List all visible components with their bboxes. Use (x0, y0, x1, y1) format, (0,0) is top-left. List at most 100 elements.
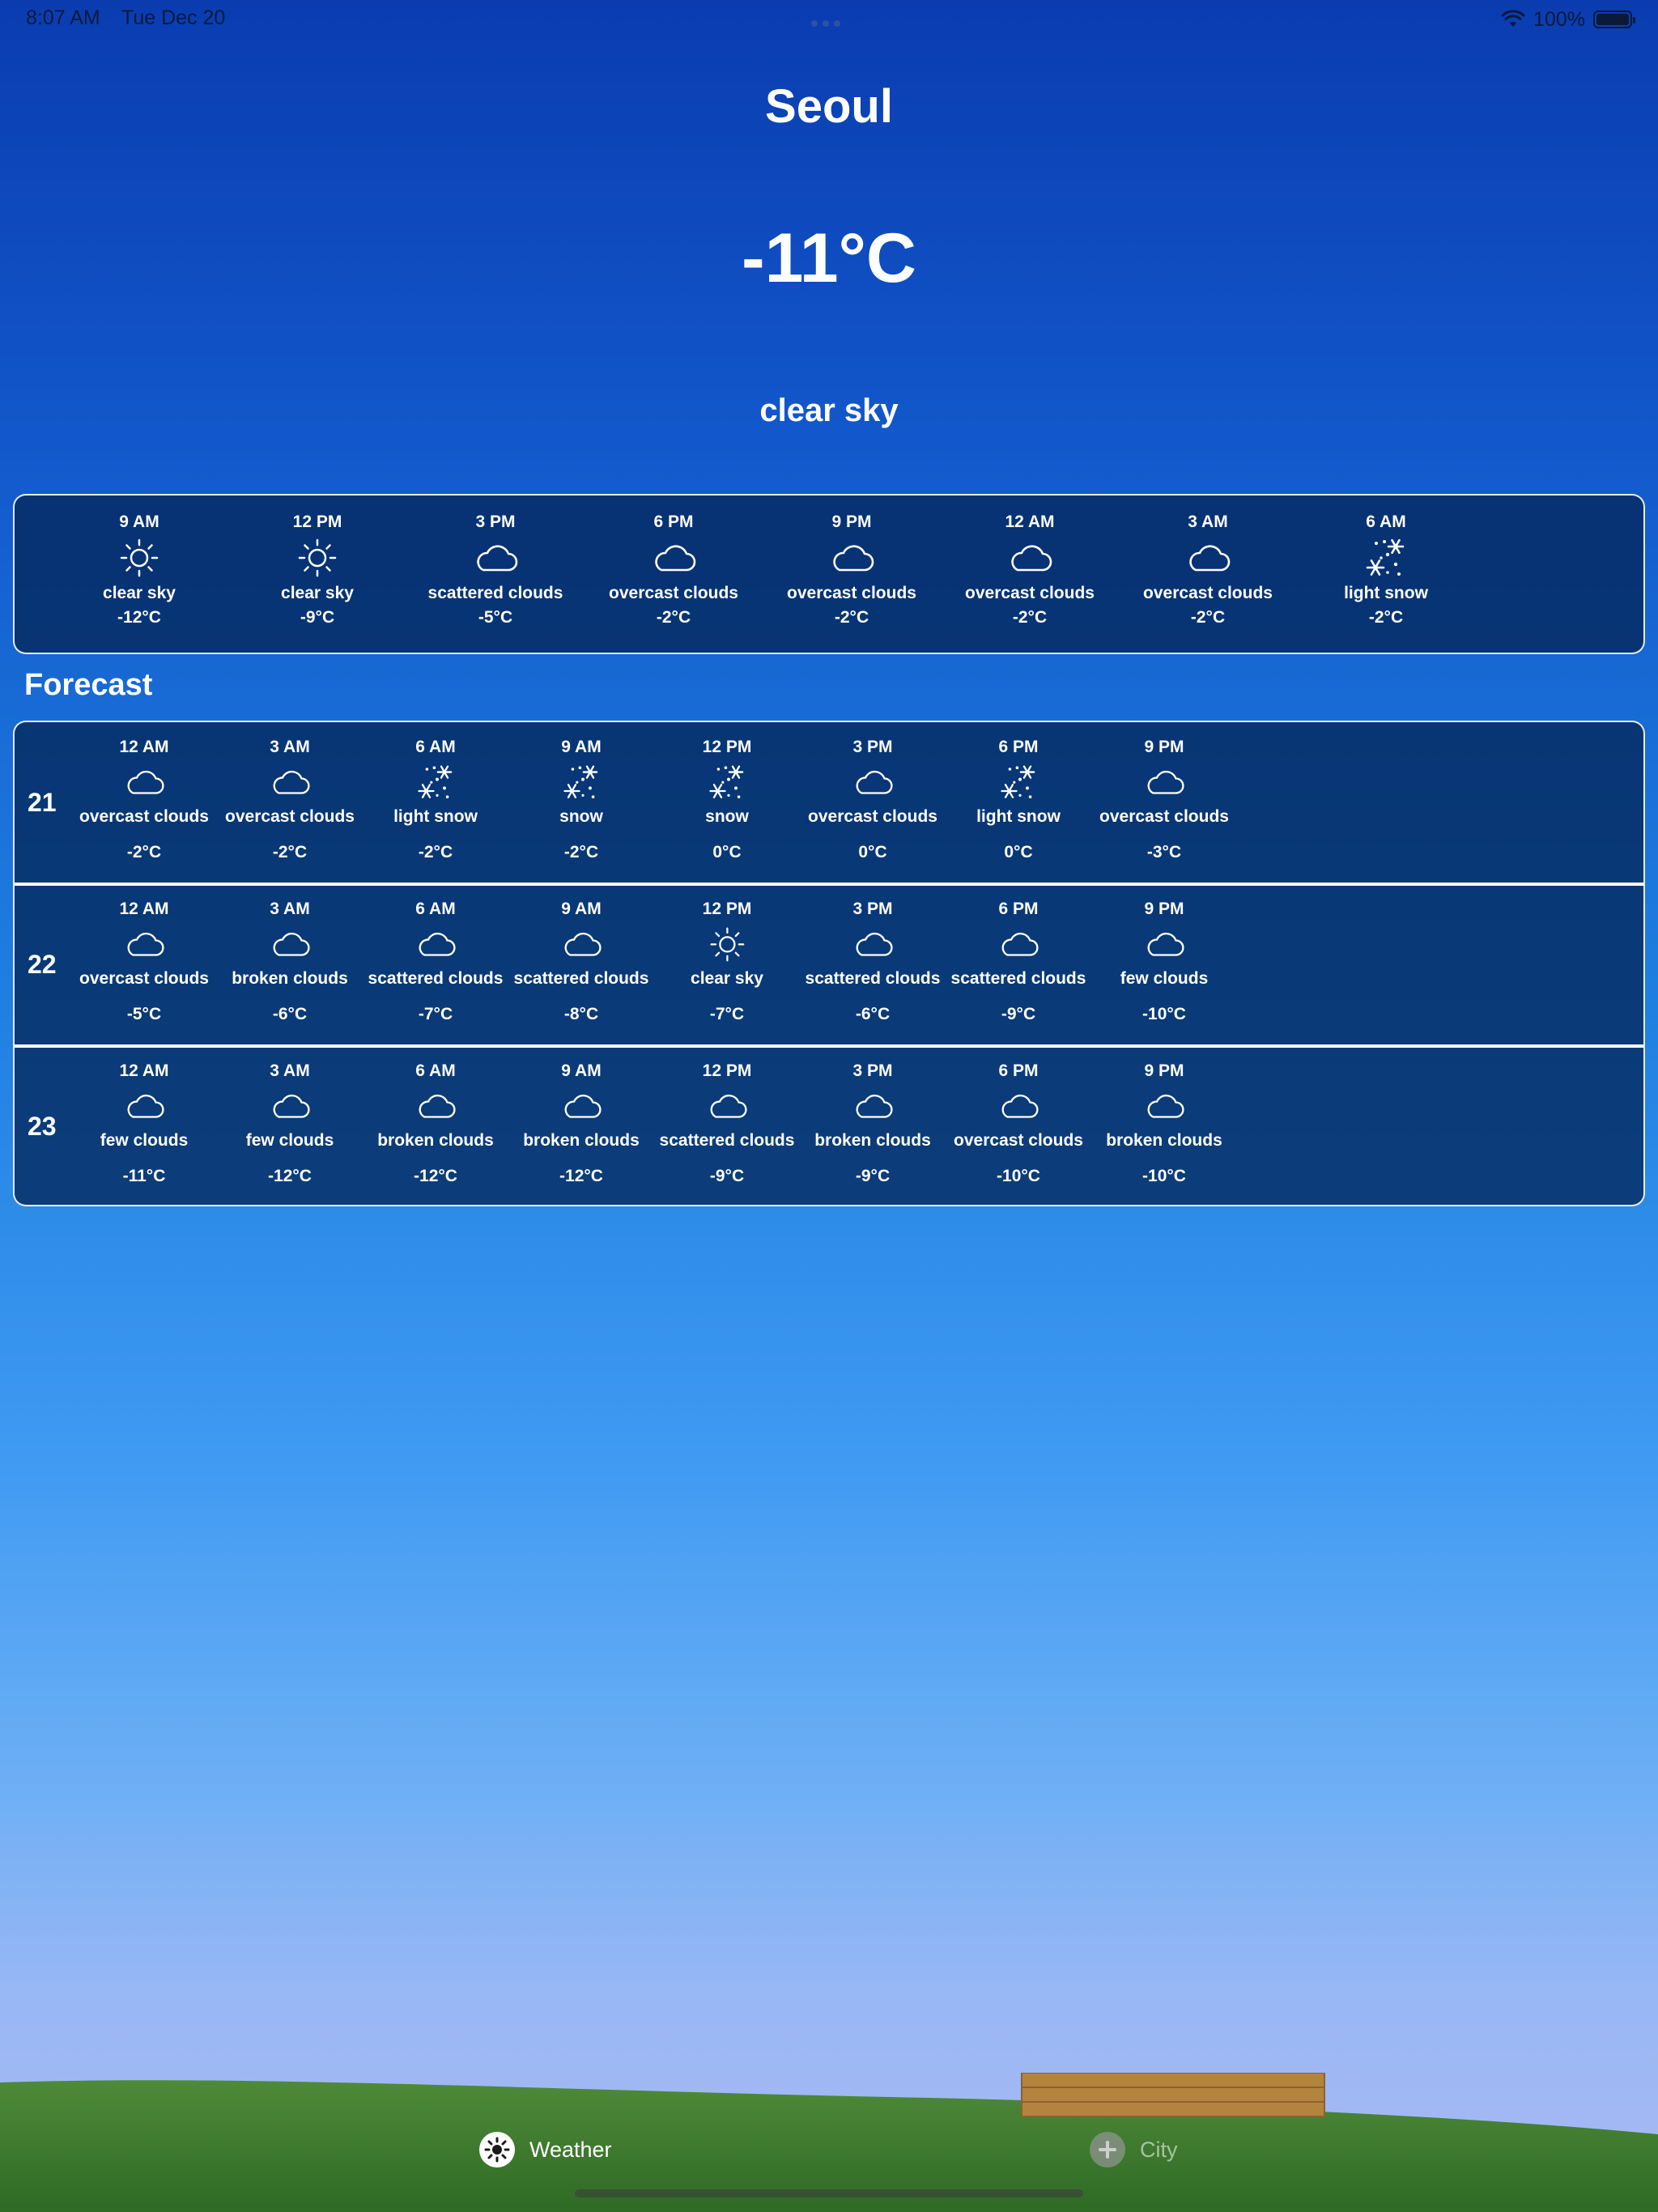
forecast-temperature: -2°C (418, 843, 453, 861)
forecast-description: broken clouds (232, 969, 348, 988)
forecast-temperature: -12°C (414, 1167, 457, 1185)
hourly-forecast-panel[interactable]: 9 AM clear sky -12°C 12 PM clear sky -9°C 3 PM… (13, 494, 1645, 654)
sun-icon (479, 2132, 515, 2167)
cloud-icon (1091, 921, 1237, 967)
forecast-time: 12 PM (702, 738, 752, 756)
hourly-temperature: -2°C (1368, 608, 1404, 627)
cloud-icon (946, 921, 1091, 967)
snow-icon (508, 759, 654, 805)
forecast-temperature: -7°C (709, 1005, 745, 1023)
hourly-time: 6 AM (1366, 513, 1406, 531)
forecast-slot: 3 AM overcast clouds -2°C (217, 735, 363, 865)
forecast-slot: 6 PM scattered clouds -9°C (946, 897, 1091, 1027)
forecast-temperature: -2°C (563, 843, 599, 861)
forecast-temperature: 0°C (712, 843, 742, 861)
forecast-time: 3 AM (270, 900, 310, 918)
forecast-day-label: 22 (28, 950, 57, 979)
cloud-icon (217, 921, 363, 967)
tab-bar: Weather City (0, 2121, 1658, 2178)
forecast-slot: 12 PM scattered clouds -9°C (654, 1059, 800, 1189)
forecast-slot: 6 PM light snow 0°C (946, 735, 1091, 865)
battery-icon (1593, 11, 1635, 28)
hourly-temperature: -12°C (117, 608, 161, 627)
hourly-description: clear sky (103, 584, 176, 602)
hourly-item: 12 AM overcast clouds -2°C (941, 510, 1119, 630)
tab-weather[interactable]: Weather (479, 2121, 612, 2178)
forecast-time: 3 PM (852, 1061, 893, 1080)
forecast-slot: 3 PM overcast clouds 0°C (800, 735, 946, 865)
sun-icon (50, 534, 228, 581)
forecast-slot: 9 AM scattered clouds -8°C (508, 897, 654, 1027)
hourly-description: overcast clouds (787, 584, 916, 602)
sun-icon (228, 534, 406, 581)
cloud-icon (1091, 759, 1237, 805)
forecast-time: 6 AM (415, 900, 456, 918)
forecast-temperature: -10°C (997, 1167, 1040, 1185)
hourly-temperature: -9°C (300, 608, 335, 627)
forecast-description: snow (559, 807, 603, 826)
cloud-icon (71, 1083, 217, 1129)
hourly-item: 12 PM clear sky -9°C (228, 510, 406, 630)
cloud-icon (1119, 534, 1297, 581)
snow-icon (946, 759, 1091, 805)
snow-icon (1297, 534, 1475, 581)
cloud-icon (654, 1083, 800, 1129)
hourly-temperature: -2°C (1012, 608, 1048, 627)
hourly-temperature: -5°C (478, 608, 513, 627)
forecast-slot: 3 AM few clouds -12°C (217, 1059, 363, 1189)
forecast-time: 9 PM (1144, 1061, 1184, 1080)
home-indicator[interactable] (575, 2189, 1083, 2197)
tab-city[interactable]: City (1090, 2121, 1178, 2178)
forecast-time: 12 AM (119, 1061, 169, 1080)
forecast-slot: 9 PM broken clouds -10°C (1091, 1059, 1237, 1189)
tab-city-label: City (1140, 2137, 1178, 2162)
status-right: 100% (1501, 6, 1635, 32)
cloud-icon (406, 534, 585, 581)
forecast-day-row: 23 12 AM few clouds -11°C 3 AM few clouds -12°… (15, 1046, 1643, 1205)
hourly-item: 9 PM overcast clouds -2°C (763, 510, 941, 630)
cloud-icon (71, 759, 217, 805)
forecast-description: clear sky (691, 969, 763, 988)
forecast-slot: 3 PM scattered clouds -6°C (800, 897, 946, 1027)
forecast-temperature: -2°C (126, 843, 162, 861)
forecast-slot: 12 AM overcast clouds -2°C (71, 735, 217, 865)
forecast-temperature: -6°C (272, 1005, 308, 1023)
snow-icon (654, 759, 800, 805)
forecast-description: overcast clouds (79, 807, 209, 826)
forecast-slot: 9 AM snow -2°C (508, 735, 654, 865)
city-name: Seoul (765, 80, 893, 133)
cloud-icon (508, 921, 654, 967)
forecast-time: 3 AM (270, 1061, 310, 1080)
forecast-description: scattered clouds (368, 969, 504, 988)
forecast-description: overcast clouds (808, 807, 937, 826)
hourly-item: 9 AM clear sky -12°C (50, 510, 228, 630)
wifi-icon (1501, 10, 1525, 27)
cloud-icon (363, 921, 508, 967)
forecast-time: 6 AM (415, 738, 456, 756)
forecast-temperature: -12°C (268, 1167, 312, 1185)
forecast-temperature: -9°C (709, 1167, 745, 1185)
forecast-description: few clouds (100, 1131, 189, 1150)
forecast-slot: 12 AM overcast clouds -5°C (71, 897, 217, 1027)
hourly-time: 9 AM (119, 513, 159, 531)
snow-icon (363, 759, 508, 805)
forecast-temperature: -6°C (855, 1005, 891, 1023)
cloud-icon (585, 534, 763, 581)
forecast-temperature: 0°C (858, 843, 887, 861)
forecast-description: scattered clouds (513, 969, 649, 988)
forecast-time: 6 PM (998, 738, 1039, 756)
forecast-slot: 3 AM broken clouds -6°C (217, 897, 363, 1027)
tab-weather-label: Weather (529, 2137, 612, 2162)
daily-forecast-panel[interactable]: 21 12 AM overcast clouds -2°C 3 AM overcast c… (13, 721, 1645, 1206)
plus-icon (1090, 2132, 1125, 2167)
forecast-time: 3 PM (852, 738, 893, 756)
forecast-description: broken clouds (523, 1131, 640, 1150)
forecast-slot: 12 AM few clouds -11°C (71, 1059, 217, 1189)
cloud-icon (363, 1083, 508, 1129)
multitasking-dots-icon[interactable] (811, 16, 847, 27)
forecast-description: scattered clouds (805, 969, 941, 988)
hourly-time: 12 PM (292, 513, 342, 531)
cloud-icon (800, 759, 946, 805)
forecast-temperature: -9°C (855, 1167, 891, 1185)
forecast-time: 9 AM (561, 1061, 602, 1080)
